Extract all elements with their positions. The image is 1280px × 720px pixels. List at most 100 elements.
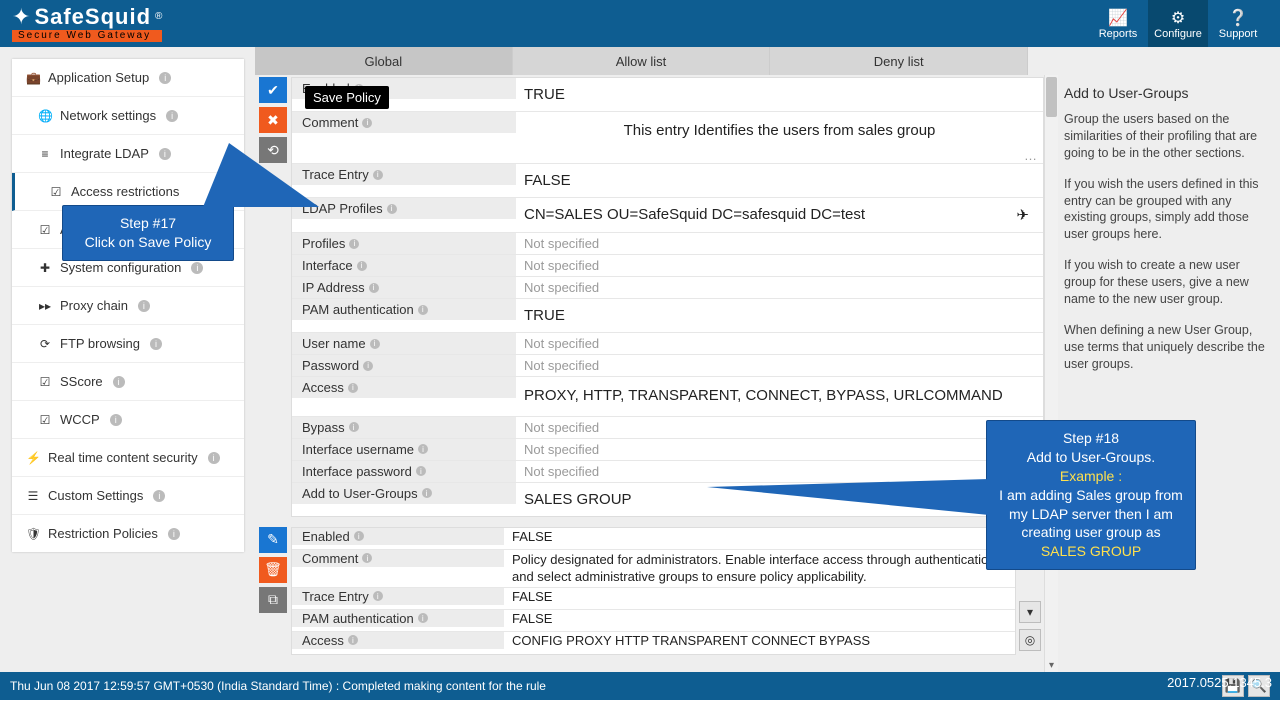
info-icon: i (362, 553, 372, 563)
check-icon: ☑ (38, 413, 52, 427)
sidebar-item-ftp[interactable]: ⟳FTP browsingi (12, 325, 244, 363)
trace-value[interactable]: FALSE (516, 164, 1043, 197)
sidebar-item-custom[interactable]: ☰Custom Settingsi (12, 477, 244, 515)
sidebar-item-restrict[interactable]: 🛡Restriction Policiesi (12, 515, 244, 552)
move-down-button[interactable]: ▾ (1019, 601, 1041, 623)
delete-policy-button[interactable]: ✖ (259, 107, 287, 133)
plus-icon: ✚ (38, 261, 52, 275)
ellipsis-icon[interactable]: … (1024, 148, 1037, 163)
access-value[interactable]: PROXY, HTTP, TRANSPARENT, CONNECT, BYPAS… (516, 377, 1043, 416)
info-icon: i (387, 204, 397, 214)
interface-value[interactable]: Not specified (516, 255, 1043, 276)
pam2-value[interactable]: FALSE (504, 610, 1015, 627)
sidebar-item-network[interactable]: 🌐Network settingsi (12, 97, 244, 135)
info-icon: i (369, 283, 379, 293)
save-policy-button[interactable]: ✔ (259, 77, 287, 103)
info-icon: i (370, 339, 380, 349)
tab-allow[interactable]: Allow list (513, 47, 771, 75)
info-icon: i (418, 444, 428, 454)
info-icon: i (363, 361, 373, 371)
send-icon[interactable]: ✈ (1016, 206, 1029, 224)
info-icon: i (191, 262, 203, 274)
brand-name: SafeSquid (34, 6, 151, 28)
sidebar: 💼Application Setupi 🌐Network settingsi ≡… (0, 47, 255, 672)
step-18-callout: Step #18 Add to User-Groups. Example : I… (986, 420, 1196, 570)
info-icon: i (153, 490, 165, 502)
clone-policy-button[interactable]: ⧉ (259, 587, 287, 613)
sidebar-item-wccp[interactable]: ☑WCCPi (12, 401, 244, 439)
shield-icon: 🛡 (26, 527, 40, 541)
info-icon: i (362, 118, 372, 128)
sidebar-item-realtime[interactable]: ⚡Real time content securityi (12, 439, 244, 477)
main-area: Global Allow list Deny list ✔ ✖ ⟲ (255, 47, 1280, 672)
check-icon: ☑ (38, 375, 52, 389)
bolt-icon: ⚡ (26, 451, 40, 465)
briefcase-icon: 💼 (26, 71, 40, 85)
nav-support[interactable]: ❔ Support (1208, 0, 1268, 47)
help-para-3: If you wish to create a new user group f… (1064, 257, 1270, 308)
status-text: Thu Jun 08 2017 12:59:57 GMT+0530 (India… (10, 679, 546, 693)
nav-configure[interactable]: ⚙ Configure (1148, 0, 1208, 47)
tab-deny[interactable]: Deny list (770, 47, 1028, 75)
info-icon: i (113, 376, 125, 388)
vertical-scrollbar[interactable]: ▴ ▾ (1044, 75, 1058, 672)
status-bar: Thu Jun 08 2017 12:59:57 GMT+0530 (India… (0, 672, 1280, 700)
sidebar-item-sscore[interactable]: ☑SScorei (12, 363, 244, 401)
trash-policy-button[interactable]: 🗑 (259, 557, 287, 583)
info-icon: i (168, 528, 180, 540)
scroll-thumb[interactable] (1046, 77, 1057, 117)
user-value[interactable]: Not specified (516, 333, 1043, 354)
check-icon: ☑ (38, 223, 52, 237)
pass-value[interactable]: Not specified (516, 355, 1043, 376)
ip-value[interactable]: Not specified (516, 277, 1043, 298)
info-icon: i (208, 452, 220, 464)
trace2-value[interactable]: FALSE (504, 588, 1015, 605)
sliders-icon: ☰ (26, 489, 40, 503)
info-icon: i (150, 338, 162, 350)
info-icon: i (138, 300, 150, 312)
pam-value[interactable]: TRUE (516, 299, 1043, 332)
info-icon: i (349, 422, 359, 432)
nav-reports[interactable]: 📈 Reports (1088, 0, 1148, 47)
enabled2-value[interactable]: FALSE (504, 528, 1015, 545)
target-button[interactable]: ◎ (1019, 629, 1041, 651)
edit-policy-button[interactable]: ✎ (259, 527, 287, 553)
policy2-actions: ✎ 🗑 ⧉ (255, 527, 291, 613)
globe-icon: 🌐 (38, 109, 52, 123)
comment-value[interactable]: This entry Identifies the users from sal… (516, 112, 1043, 163)
step-17-callout: Step #17 Click on Save Policy (62, 205, 234, 261)
info-icon: i (418, 305, 428, 315)
profiles-value[interactable]: Not specified (516, 233, 1043, 254)
access2-value[interactable]: CONFIG PROXY HTTP TRANSPARENT CONNECT BY… (504, 632, 1015, 649)
brand-logo: ✦ SafeSquid ® Secure Web Gateway (12, 6, 162, 42)
info-icon: i (422, 488, 432, 498)
info-icon: i (348, 635, 358, 645)
build-number: 2017.0525.1345.3 (1167, 675, 1272, 690)
info-icon: i (357, 261, 367, 271)
help-para-1: Group the users based on the similaritie… (1064, 111, 1270, 162)
help-icon: ❔ (1228, 8, 1248, 28)
info-icon: i (349, 239, 359, 249)
brand-tagline: Secure Web Gateway (12, 30, 162, 42)
bypass-value[interactable]: Not specified (516, 417, 1043, 438)
ifuser-value[interactable]: Not specified (516, 439, 1043, 460)
enabled-value[interactable]: TRUE (516, 78, 1043, 111)
info-icon: i (373, 170, 383, 180)
tab-global[interactable]: Global (255, 47, 513, 75)
comment2-value[interactable]: Policy designated for administrators. En… (504, 550, 1015, 587)
app-header: ✦ SafeSquid ® Secure Web Gateway 📈 Repor… (0, 0, 1280, 47)
sidebar-item-app-setup[interactable]: 💼Application Setupi (12, 59, 244, 97)
help-para-2: If you wish the users defined in this en… (1064, 176, 1270, 244)
ldap-value[interactable]: CN=SALES OU=SafeSquid DC=safesquid DC=te… (516, 198, 1043, 232)
info-icon: i (166, 110, 178, 122)
help-title: Add to User-Groups (1064, 85, 1270, 101)
sidebar-item-proxy[interactable]: ▸▸Proxy chaini (12, 287, 244, 325)
nav-configure-label: Configure (1154, 28, 1202, 40)
scroll-down-icon[interactable]: ▾ (1045, 658, 1058, 672)
info-icon: i (373, 591, 383, 601)
list-icon: ≡ (38, 147, 52, 161)
nav-reports-label: Reports (1099, 28, 1138, 40)
info-icon: i (110, 414, 122, 426)
forward-icon: ▸▸ (38, 299, 52, 313)
nav-support-label: Support (1219, 28, 1258, 40)
